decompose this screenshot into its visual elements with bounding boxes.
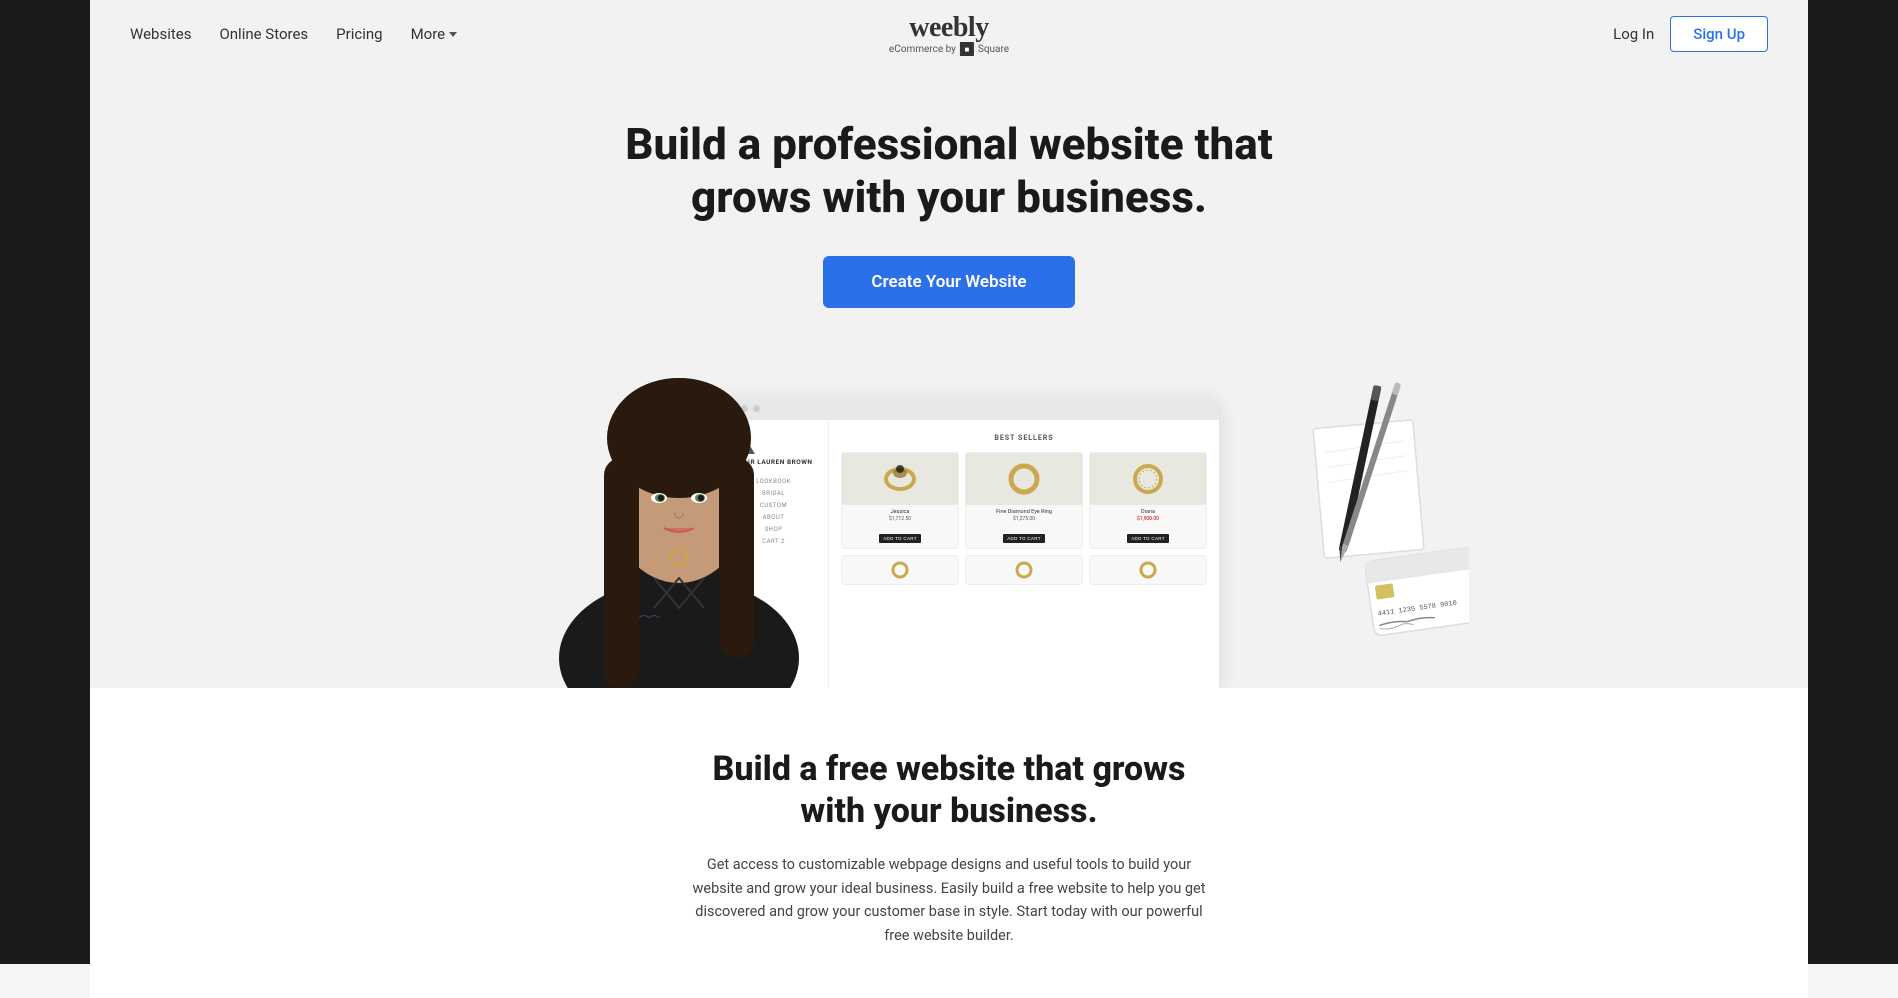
mock-section-title: BEST SELLERS bbox=[841, 434, 1207, 442]
nav-pricing[interactable]: Pricing bbox=[336, 25, 382, 43]
navbar: Websites Online Stores Pricing More weeb… bbox=[90, 0, 1808, 68]
hero-title: Build a professional website that grows … bbox=[599, 118, 1299, 224]
logo: weebly eCommerce by ■ Square bbox=[889, 12, 1009, 56]
mock-main: BEST SELLERS bbox=[829, 420, 1219, 688]
login-button[interactable]: Log In bbox=[1613, 25, 1654, 43]
mock-product-1: Jessica $1,712.50 ADD TO CART bbox=[841, 452, 959, 549]
mock-product-price-1: $1,712.50 bbox=[846, 516, 954, 522]
mock-product-2: Fine Diamond Eye Ring $1,275.00 ADD TO C… bbox=[965, 452, 1083, 549]
nav-right: Log In Sign Up bbox=[1613, 16, 1768, 52]
mock-product-price-2: $1,275.00 bbox=[970, 516, 1078, 522]
mock-add-btn-1[interactable]: ADD TO CART bbox=[879, 534, 921, 543]
mock-product-info-3: Diana $1,900.00 ADD TO CART bbox=[1090, 505, 1206, 548]
nav-websites[interactable]: Websites bbox=[130, 25, 191, 43]
mock-add-btn-3[interactable]: ADD TO CART bbox=[1127, 534, 1169, 543]
logo-text: weebly bbox=[889, 12, 1009, 44]
mock-products-grid: Jessica $1,712.50 ADD TO CART bbox=[841, 452, 1207, 549]
mock-product-img-2 bbox=[966, 453, 1082, 505]
deco-illustration: 4411 1235 5578 9010 bbox=[1269, 364, 1469, 668]
hero-visual: BLAIR LAUREN BROWN LOOKBOOK BRIDAL CUSTO… bbox=[90, 348, 1808, 688]
left-side-panel bbox=[0, 0, 90, 964]
nav-left: Websites Online Stores Pricing More bbox=[130, 25, 457, 43]
mock-add-btn-2[interactable]: ADD TO CART bbox=[1003, 534, 1045, 543]
nav-online-stores[interactable]: Online Stores bbox=[219, 25, 308, 43]
square-icon: ■ bbox=[960, 42, 974, 56]
mock-product-3: Diana $1,900.00 ADD TO CART bbox=[1089, 452, 1207, 549]
hero-section: Build a professional website that grows … bbox=[90, 68, 1808, 688]
mock-product-img-3 bbox=[1090, 453, 1206, 505]
main-content: Websites Online Stores Pricing More weeb… bbox=[90, 0, 1808, 998]
cta-button[interactable]: Create Your Website bbox=[823, 256, 1074, 308]
mock-product-name-3: Diana bbox=[1094, 509, 1202, 515]
person-image bbox=[549, 318, 809, 688]
mock-product-name-2: Fine Diamond Eye Ring bbox=[970, 509, 1078, 515]
right-side-panel bbox=[1808, 0, 1898, 964]
chevron-down-icon bbox=[449, 32, 457, 37]
mock-product-info-1: Jessica $1,712.50 ADD TO CART bbox=[842, 505, 958, 548]
second-section-text: Get access to customizable webpage desig… bbox=[689, 853, 1209, 949]
signup-button[interactable]: Sign Up bbox=[1670, 16, 1768, 52]
mock-product-name-1: Jessica bbox=[846, 509, 954, 515]
second-section-title: Build a free website that grows with you… bbox=[699, 748, 1199, 833]
mock-product-img-1 bbox=[842, 453, 958, 505]
second-section: Build a free website that grows with you… bbox=[90, 688, 1808, 998]
mock-product-price-sale-3: $1,900.00 bbox=[1094, 516, 1202, 522]
logo-sub: eCommerce by ■ Square bbox=[889, 42, 1009, 56]
mock-product-info-2: Fine Diamond Eye Ring $1,275.00 ADD TO C… bbox=[966, 505, 1082, 548]
nav-more[interactable]: More bbox=[411, 25, 458, 43]
